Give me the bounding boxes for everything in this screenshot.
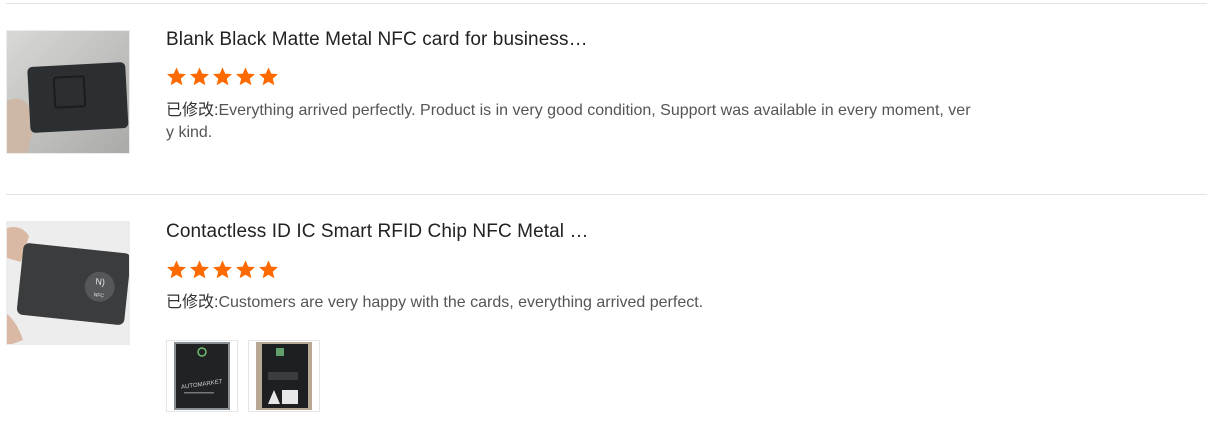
star-icon — [189, 66, 210, 87]
star-icon — [189, 259, 210, 280]
star-icon — [212, 66, 233, 87]
review-divider — [6, 194, 1207, 195]
star-icon — [212, 259, 233, 280]
product-title[interactable]: Contactless ID IC Smart RFID Chip NFC Me… — [166, 221, 589, 243]
star-rating — [166, 66, 279, 87]
product-image — [7, 31, 129, 153]
star-icon — [258, 66, 279, 87]
review-body: Everything arrived perfectly. Product is… — [166, 102, 971, 141]
top-divider — [6, 3, 1207, 4]
star-rating — [166, 259, 279, 280]
product-title[interactable]: Blank Black Matte Metal NFC card for bus… — [166, 29, 588, 51]
modified-tag: 已修改: — [166, 102, 219, 119]
star-icon — [166, 66, 187, 87]
svg-text:N): N) — [95, 276, 105, 287]
review-body: Customers are very happy with the cards,… — [218, 294, 704, 311]
nfc-label: NFC — [93, 292, 104, 299]
modified-tag: 已修改: — [166, 294, 219, 311]
review-text: 已修改:Customers are very happy with the ca… — [166, 292, 976, 314]
product-image: N) NFC — [7, 222, 129, 344]
review-photo[interactable]: AUTOMARKET — [166, 340, 238, 412]
review-text: 已修改:Everything arrived perfectly. Produc… — [166, 100, 976, 144]
product-thumbnail[interactable]: N) NFC — [6, 221, 130, 345]
star-icon — [258, 259, 279, 280]
product-thumbnail[interactable] — [6, 30, 130, 154]
star-icon — [166, 259, 187, 280]
star-icon — [235, 66, 256, 87]
review-photo-image: AUTOMARKET — [174, 342, 230, 410]
review-photo-image — [256, 342, 312, 410]
review-photos: AUTOMARKET — [166, 340, 320, 412]
star-icon — [235, 259, 256, 280]
review-photo[interactable] — [248, 340, 320, 412]
